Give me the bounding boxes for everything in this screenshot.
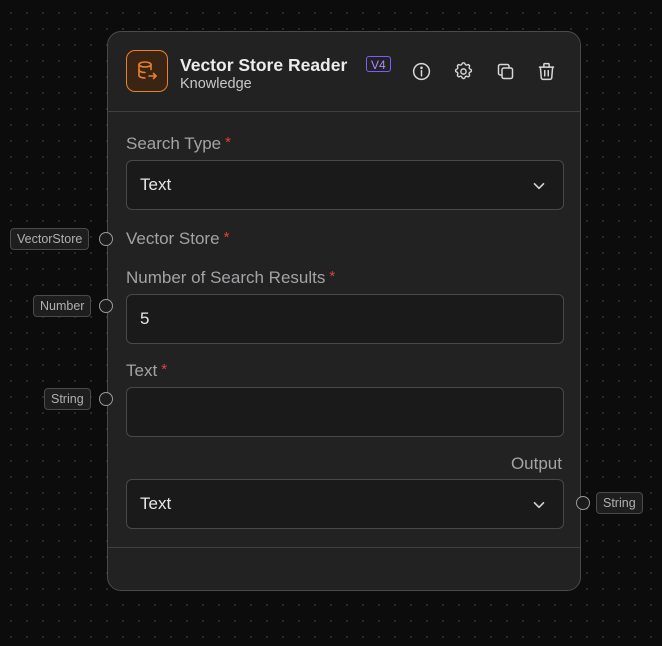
output-type-value: Text — [140, 494, 172, 513]
delete-button[interactable] — [535, 60, 557, 82]
num-results-label: Number of Search Results * — [126, 268, 335, 288]
copy-icon — [497, 63, 513, 79]
number-port-tag: Number — [33, 295, 92, 317]
search-type-select[interactable]: Text — [126, 160, 564, 210]
required-marker: * — [225, 134, 231, 151]
search-type-label-text: Search Type — [126, 134, 222, 153]
trash-icon — [538, 62, 554, 80]
num-results-input[interactable]: 5 — [126, 294, 564, 344]
info-button[interactable] — [410, 60, 432, 82]
gear-icon — [454, 61, 472, 79]
text-input[interactable] — [126, 387, 564, 437]
num-results-value: 5 — [140, 309, 150, 328]
num-results-label-text: Number of Search Results — [126, 268, 326, 287]
required-marker: * — [329, 268, 336, 285]
required-marker: * — [161, 361, 168, 378]
text-label: Text * — [126, 361, 167, 381]
chevron-down-icon — [533, 182, 545, 190]
node-header: Vector Store Reader V4 Knowledge — [108, 32, 580, 112]
version-badge: V4 — [366, 56, 391, 72]
vector-store-label-text: Vector Store — [126, 229, 220, 248]
info-icon — [412, 62, 430, 80]
output-type-select[interactable]: Text — [126, 479, 564, 529]
vector-store-reader-node[interactable]: Vector Store Reader V4 Knowledge Search … — [107, 31, 581, 591]
node-subtitle: Knowledge — [180, 76, 252, 92]
database-export-icon — [126, 50, 168, 92]
duplicate-button[interactable] — [494, 60, 516, 82]
settings-button[interactable] — [452, 60, 474, 82]
num-results-input-handle[interactable] — [99, 299, 113, 313]
search-type-value: Text — [140, 175, 172, 194]
text-input-handle[interactable] — [99, 392, 113, 406]
vector-store-label: Vector Store * — [126, 229, 229, 249]
output-handle[interactable] — [576, 496, 590, 510]
output-port-tag: String — [596, 492, 643, 514]
search-type-label: Search Type * — [126, 134, 231, 154]
string-port-tag: String — [44, 388, 91, 410]
text-label-text: Text — [126, 361, 158, 380]
node-title: Vector Store Reader — [180, 55, 348, 75]
node-footer-divider — [108, 547, 580, 548]
vector-store-port-tag: VectorStore — [10, 228, 90, 250]
output-label: Output — [510, 454, 562, 473]
required-marker: * — [223, 229, 230, 246]
vector-store-input-handle[interactable] — [99, 232, 113, 246]
chevron-down-icon — [533, 501, 545, 509]
